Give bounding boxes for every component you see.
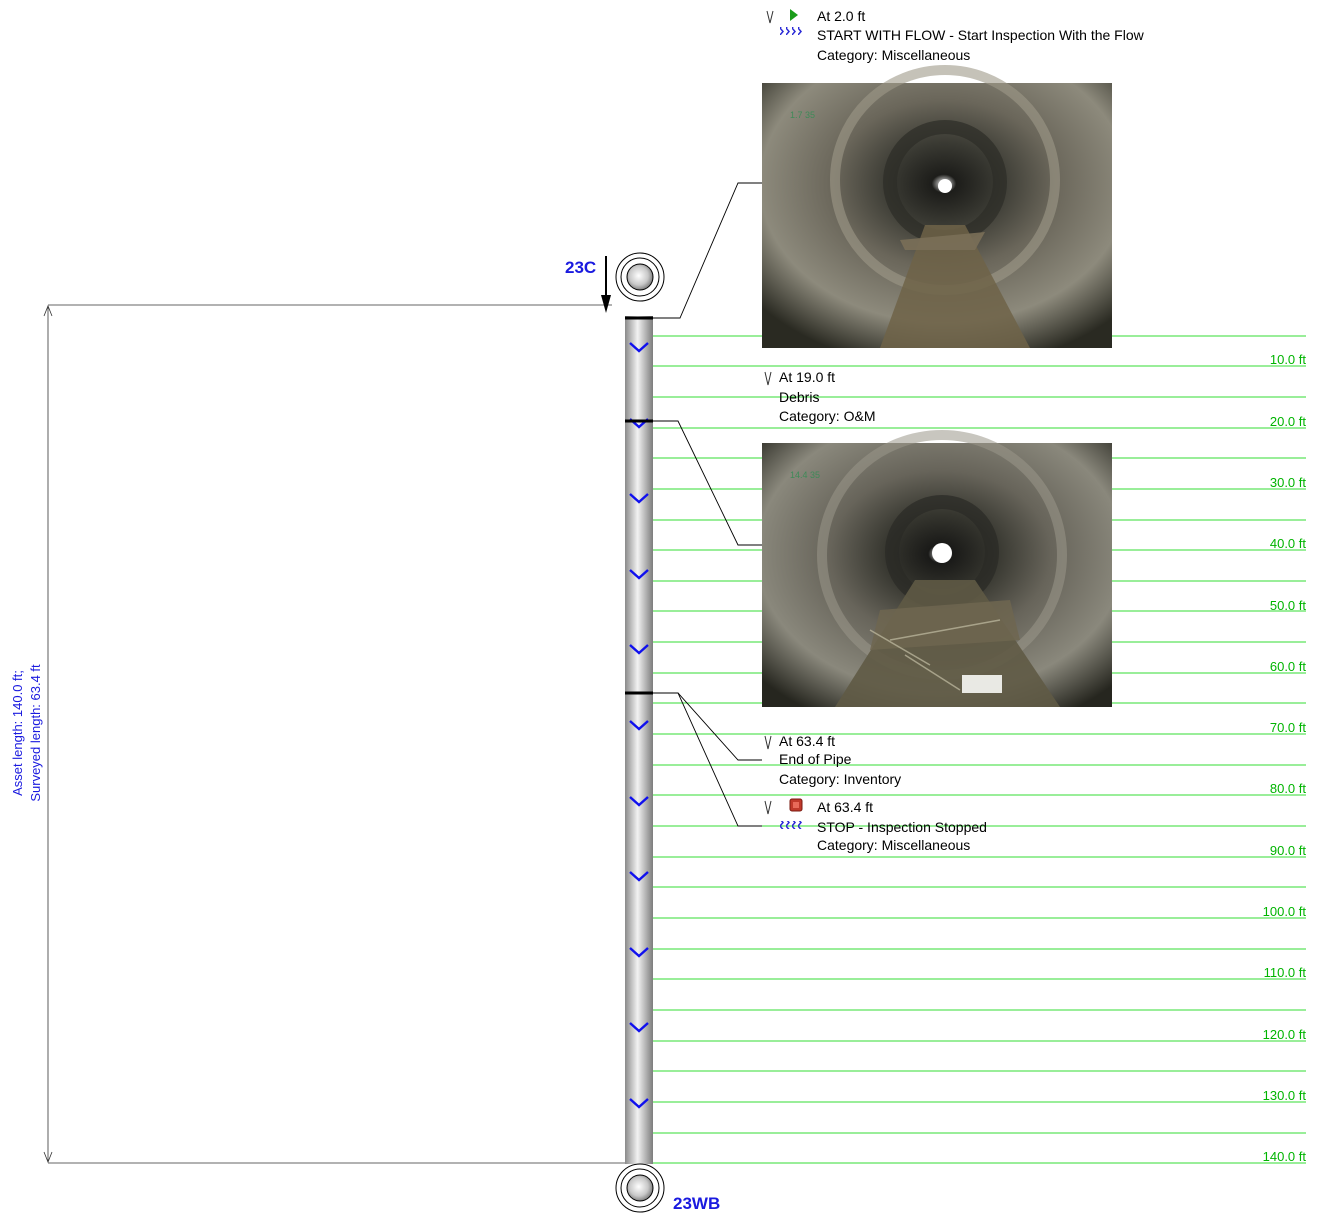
observation-category: Category: O&M — [779, 408, 875, 424]
inspection-photo-debris[interactable]: 14.4 35 — [762, 430, 1112, 707]
start-flow-icon — [790, 9, 798, 21]
length-labels: Asset length: 140.0 ft; Surveyed length:… — [10, 664, 43, 802]
observation-category: Category: Inventory — [779, 771, 901, 787]
distance-label: 70.0 ft — [1270, 720, 1307, 735]
flow-down-arrow-icon — [601, 256, 611, 313]
flow-chevrons-icon — [779, 821, 803, 829]
photo-overlay-text: 14.4 35 — [790, 470, 820, 480]
diagram-canvas: 10.0 ft 20.0 ft 30.0 ft 40.0 ft 50.0 ft 60.0 … — [10, 8, 1307, 1213]
leader-line-start — [653, 182, 762, 319]
distance-labels: 10.0 ft 20.0 ft 30.0 ft 40.0 ft 50.0 ft 60.0 … — [1263, 352, 1307, 1164]
downstream-manhole-label: 23WB — [673, 1194, 720, 1213]
surveyed-length-label: Surveyed length: 63.4 ft — [28, 664, 43, 802]
flow-chevrons-icon — [779, 27, 803, 35]
observation-stop[interactable]: At 63.4 ft STOP - Inspection Stopped Cat… — [764, 798, 987, 853]
observation-description: STOP - Inspection Stopped — [817, 819, 987, 835]
distance-label: 20.0 ft — [1270, 414, 1307, 429]
observation-category: Category: Miscellaneous — [817, 47, 970, 63]
distance-label: 110.0 ft — [1264, 965, 1307, 980]
leader-line-stop — [653, 692, 762, 827]
observation-description: Debris — [779, 389, 819, 405]
distance-label: 60.0 ft — [1270, 659, 1307, 674]
down-arrow-icon — [764, 735, 772, 750]
observation-distance: At 63.4 ft — [779, 733, 835, 749]
observation-distance: At 63.4 ft — [817, 799, 873, 815]
observation-start[interactable]: At 2.0 ft START WITH FLOW - Start Inspec… — [766, 8, 1145, 63]
observation-description: START WITH FLOW - Start Inspection With … — [817, 27, 1145, 43]
pipe-inspection-diagram: 10.0 ft 20.0 ft 30.0 ft 40.0 ft 50.0 ft 60.0 … — [0, 0, 1321, 1215]
pipe-segment — [625, 316, 653, 1164]
distance-label: 100.0 ft — [1263, 904, 1307, 919]
down-arrow-icon — [766, 10, 774, 24]
observation-category: Category: Miscellaneous — [817, 837, 970, 853]
upstream-manhole-icon[interactable] — [615, 252, 665, 302]
distance-label: 80.0 ft — [1270, 781, 1307, 796]
distance-label: 40.0 ft — [1270, 536, 1307, 551]
observation-description: End of Pipe — [779, 751, 852, 767]
distance-label: 90.0 ft — [1270, 843, 1307, 858]
photo-overlay-text: 1.7 35 — [790, 110, 815, 120]
upstream-manhole-label: 23C — [565, 258, 596, 277]
down-arrow-icon — [764, 800, 772, 815]
distance-label: 50.0 ft — [1270, 598, 1307, 613]
leader-line-debris — [653, 420, 762, 546]
distance-label: 120.0 ft — [1263, 1027, 1307, 1042]
distance-label: 10.0 ft — [1270, 352, 1307, 367]
observation-distance: At 2.0 ft — [817, 8, 865, 24]
asset-length-dimension — [43, 304, 626, 1164]
downstream-manhole-icon[interactable] — [615, 1163, 665, 1213]
down-arrow-icon — [764, 371, 772, 386]
distance-label: 30.0 ft — [1270, 475, 1307, 490]
asset-length-label: Asset length: 140.0 ft; — [10, 670, 25, 796]
observation-end-of-pipe[interactable]: At 63.4 ft End of Pipe Category: Invento… — [764, 733, 901, 787]
observation-distance: At 19.0 ft — [779, 369, 835, 385]
distance-label: 140.0 ft — [1263, 1149, 1307, 1164]
distance-label: 130.0 ft — [1263, 1088, 1307, 1103]
inspection-photo-start[interactable]: 1.7 35 — [762, 65, 1112, 348]
